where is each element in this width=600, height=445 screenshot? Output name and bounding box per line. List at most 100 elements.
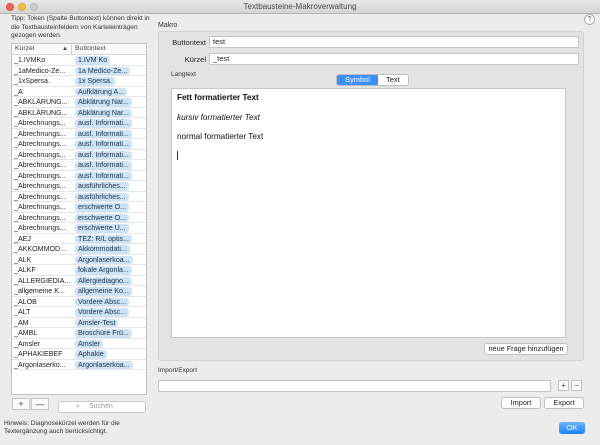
row-buttontext-cell: Vordere Absc... — [72, 307, 146, 317]
row-buttontext-cell: 1a Medico-Ze... — [72, 66, 146, 75]
column-header-kuerzel[interactable]: Kürzel ▲ — [12, 44, 72, 54]
row-buttontext-token[interactable]: Vordere Absc... — [75, 297, 130, 306]
list-row[interactable]: _ALK Argonlaserkoa... — [12, 255, 146, 265]
row-buttontext-token[interactable]: erschwerte U... — [75, 224, 129, 233]
row-buttontext-token[interactable]: allgemeine Ko... — [75, 287, 132, 296]
list-row[interactable]: _Abrechnungs... ausf. Informati... — [12, 160, 146, 171]
remove-macro-button[interactable]: — — [31, 398, 49, 410]
row-buttontext-token[interactable]: fokale Argonla... — [75, 266, 132, 275]
row-kuerzel: _ABKLÄRUNG... — [14, 108, 68, 117]
list-row[interactable]: _Abrechnungs... erschwerte U... — [12, 223, 146, 234]
zoom-window-button[interactable] — [30, 3, 38, 11]
row-buttontext-token[interactable]: Amsler-Test — [75, 318, 119, 327]
search-field[interactable]: ⌕ Suchen — [58, 401, 146, 413]
row-kuerzel: _Abrechnungs... — [14, 150, 66, 159]
tab-text[interactable]: Text — [378, 75, 408, 85]
row-buttontext-cell: fokale Argonla... — [72, 265, 146, 275]
list-row[interactable]: _ALOB Vordere Absc... — [12, 297, 146, 307]
import-add-button[interactable]: + — [558, 380, 569, 391]
list-row[interactable]: _Argonlaserko... Argonlaserkoa... — [12, 360, 146, 370]
row-buttontext-token[interactable]: erschwerte O... — [75, 203, 130, 212]
row-kuerzel: _AM — [14, 318, 29, 327]
row-buttontext-token[interactable]: 1.IVM Ko — [75, 56, 111, 65]
row-buttontext-cell: ausführliches... — [72, 192, 146, 201]
row-buttontext-cell: Argonlaserkoa... — [72, 255, 146, 264]
list-row[interactable]: _Abrechnungs... ausf. Informati... — [12, 129, 146, 139]
row-buttontext-cell: erschwerte O... — [72, 202, 146, 212]
row-buttontext-cell: ausf. Informati... — [72, 150, 146, 159]
list-row[interactable]: _AKKOMMOD... Akkommodati... — [12, 244, 146, 255]
row-buttontext-token[interactable]: erschwerte O... — [75, 213, 130, 222]
list-row[interactable]: _ABKLÄRUNG... Abklärung Nar... — [12, 108, 146, 118]
editor-italic-line: kursiv formatierter Text — [177, 113, 260, 122]
list-row[interactable]: _ALLERGIEDIA... Allergiediagno... — [12, 276, 146, 286]
row-buttontext-token[interactable]: Aufklärung A... — [75, 87, 128, 96]
list-row[interactable]: _AM Amsler-Test — [12, 318, 146, 328]
list-row[interactable]: _Abrechnungs... ausf. Informati... — [12, 150, 146, 160]
list-row[interactable]: _Abrechnungs... ausführliches... — [12, 192, 146, 202]
close-window-button[interactable] — [6, 3, 14, 11]
row-buttontext-token[interactable]: Aphakie — [75, 350, 107, 359]
list-row[interactable]: _Abrechnungs... erschwerte O... — [12, 202, 146, 213]
row-buttontext-token[interactable]: ausf. Informati... — [75, 119, 132, 128]
list-row[interactable]: _ABKLÄRUNG... Abklärung Nar... — [12, 97, 146, 108]
row-kuerzel: _Abrechnungs... — [14, 182, 66, 190]
minimize-window-button[interactable] — [18, 3, 26, 11]
ok-button[interactable]: OK — [559, 422, 585, 434]
row-buttontext-token[interactable]: Abklärung Nar... — [75, 98, 132, 107]
list-row[interactable]: _allgemeine K... allgemeine Ko... — [12, 286, 146, 297]
row-kuerzel: _ALLERGIEDIA... — [14, 276, 71, 285]
row-buttontext-token[interactable]: 1a Medico-Ze... — [75, 66, 131, 75]
list-row[interactable]: _Abrechnungs... ausführliches... — [12, 181, 146, 192]
import-remove-button[interactable]: − — [571, 380, 582, 391]
list-row[interactable]: _APHAKIEBEF Aphakie — [12, 349, 146, 360]
buttontext-input[interactable]: test — [209, 36, 579, 48]
langtext-editor[interactable]: Fett formatierter Text kursiv formatiert… — [171, 88, 566, 338]
list-row[interactable]: _1aMedico-Ze... 1a Medico-Ze... — [12, 66, 146, 76]
row-buttontext-token[interactable]: Broschüre Frü... — [75, 329, 132, 338]
list-row[interactable]: _Abrechnungs... ausf. Informati... — [12, 171, 146, 181]
list-row[interactable]: _Abrechnungs... ausf. Informati... — [12, 139, 146, 150]
column-header-buttontext[interactable]: Buttontext — [72, 44, 146, 54]
tab-symbol[interactable]: Symbol — [337, 75, 379, 85]
list-row[interactable]: _Abrechnungs... ausf. Informati... — [12, 118, 146, 129]
row-buttontext-cell: allgemeine Ko... — [72, 286, 146, 296]
neue-frage-button[interactable]: neue Frage hinzufügen — [484, 343, 568, 355]
row-buttontext-token[interactable]: Amsler — [75, 339, 104, 348]
kuerzel-input[interactable]: _test — [209, 53, 579, 65]
list-row[interactable]: _1xSpersa. 1x Spersa. — [12, 76, 146, 87]
row-buttontext-token[interactable]: Argonlaserkoa... — [75, 255, 133, 264]
row-buttontext-cell: Aphakie — [72, 349, 146, 359]
export-button[interactable]: Export — [544, 397, 584, 409]
list-row[interactable]: _A Aufklärung A... — [12, 87, 146, 97]
row-buttontext-token[interactable]: TEZ: R/L optis... — [75, 234, 132, 243]
list-row[interactable]: _Abrechnungs... erschwerte O... — [12, 213, 146, 223]
list-row[interactable]: _Amsler Amsler — [12, 339, 146, 349]
row-buttontext-token[interactable]: Allergiediagno... — [75, 276, 132, 285]
row-kuerzel: _Argonlaserko... — [14, 360, 66, 369]
row-buttontext-token[interactable]: ausf. Informati... — [75, 140, 132, 149]
row-buttontext-token[interactable]: ausführliches... — [75, 182, 129, 191]
add-macro-button[interactable]: + — [12, 398, 30, 410]
import-button[interactable]: Import — [501, 397, 541, 409]
list-row[interactable]: _AMBL Broschüre Frü... — [12, 328, 146, 339]
row-buttontext-token[interactable]: 1x Spersa. — [75, 77, 115, 86]
macro-list[interactable]: Kürzel ▲ Buttontext _1.IVMKo 1.IVM Ko _1aM… — [11, 43, 147, 395]
row-buttontext-token[interactable]: ausführliches... — [75, 192, 129, 201]
row-buttontext-cell: Argonlaserkoa... — [72, 360, 146, 369]
langtext-label: Langtext — [171, 71, 196, 78]
list-row[interactable]: _ALKF fokale Argonla... — [12, 265, 146, 276]
row-buttontext-token[interactable]: ausf. Informati... — [75, 171, 132, 180]
list-row[interactable]: _1.IVMKo 1.IVM Ko — [12, 55, 146, 66]
import-path-input[interactable] — [158, 380, 551, 392]
row-buttontext-token[interactable]: Abklärung Nar... — [75, 108, 132, 117]
row-buttontext-token[interactable]: Akkommodati... — [75, 245, 130, 254]
row-buttontext-token[interactable]: ausf. Informati... — [75, 150, 132, 159]
row-buttontext-token[interactable]: ausf. Informati... — [75, 161, 132, 170]
list-row[interactable]: _AEJ TEZ: R/L optis... — [12, 234, 146, 244]
row-buttontext-token[interactable]: Vordere Absc... — [75, 308, 130, 317]
row-buttontext-token[interactable]: Argonlaserkoa... — [75, 360, 133, 369]
help-button[interactable]: ? — [584, 14, 595, 25]
list-row[interactable]: _ALT Vordere Absc... — [12, 307, 146, 318]
row-buttontext-token[interactable]: ausf. Informati... — [75, 129, 132, 138]
